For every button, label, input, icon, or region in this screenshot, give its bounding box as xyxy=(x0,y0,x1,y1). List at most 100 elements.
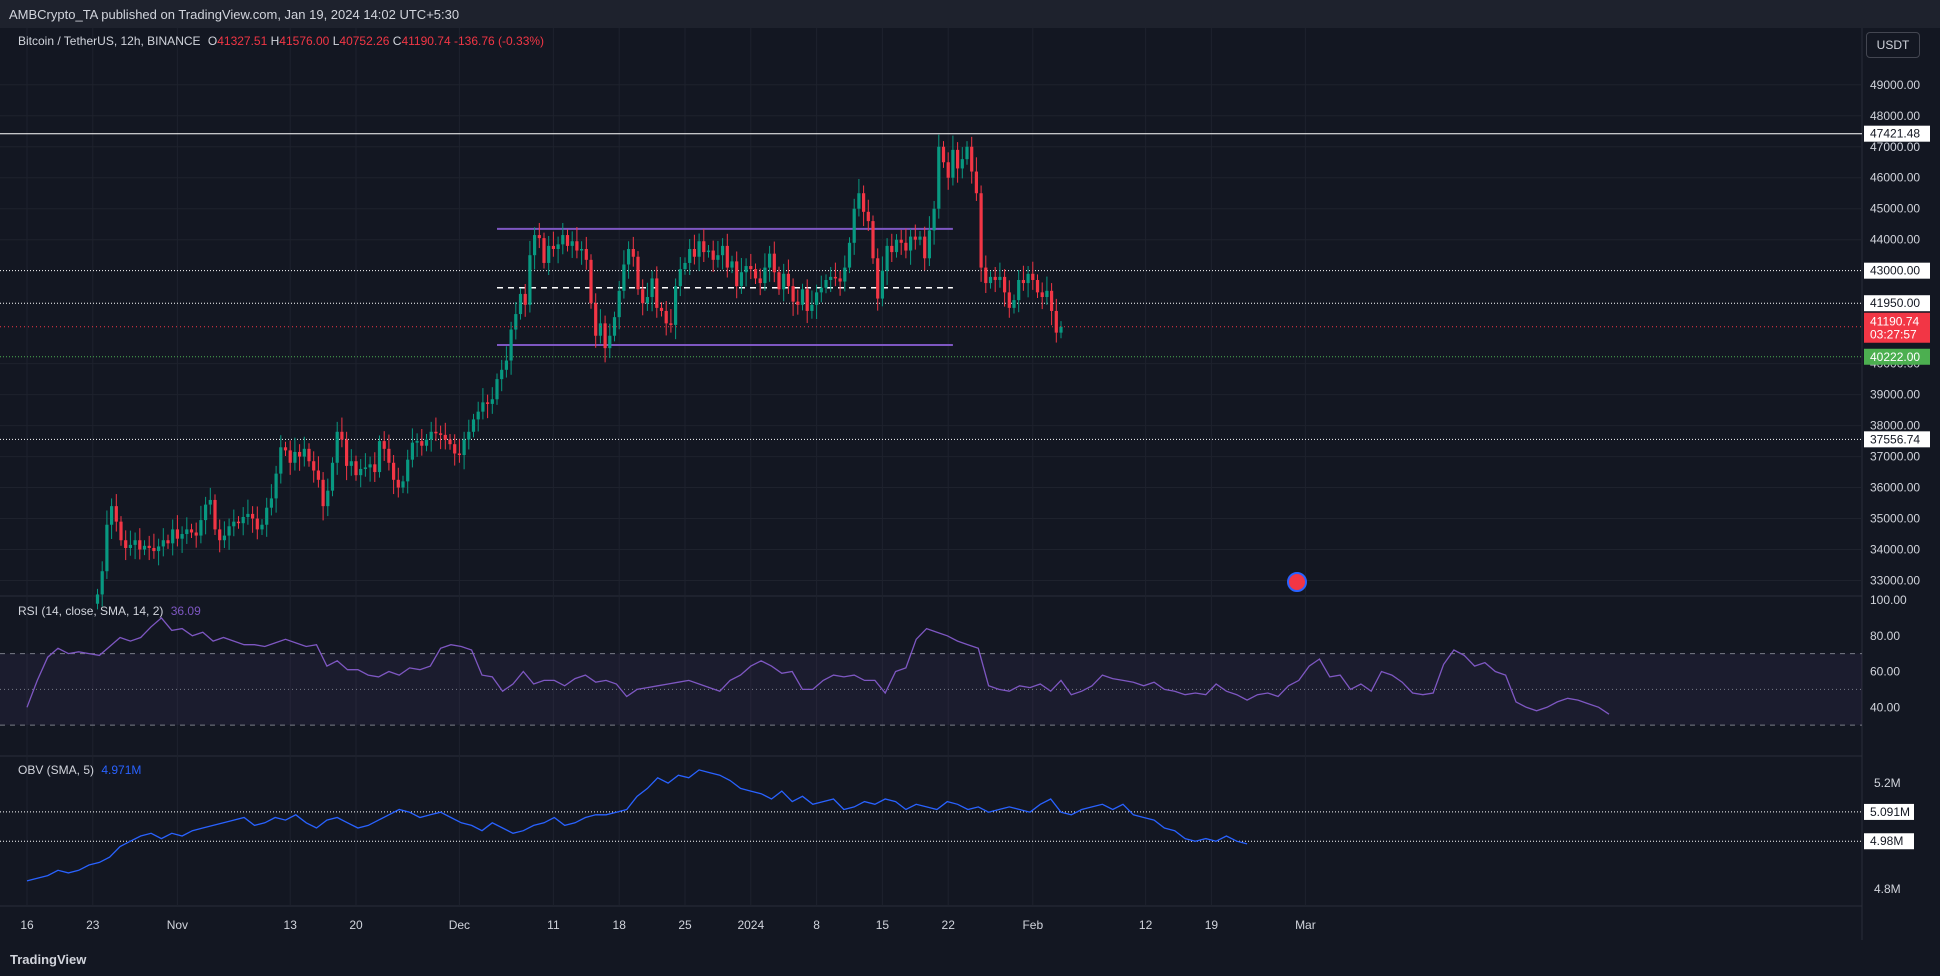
candle-body xyxy=(147,545,151,548)
currency-button[interactable]: USDT xyxy=(1866,32,1920,58)
candle-body xyxy=(1045,290,1049,298)
candle-body xyxy=(674,286,678,325)
candle-body xyxy=(218,529,222,541)
candle-body xyxy=(847,242,852,268)
candle-body xyxy=(189,529,194,533)
time-tick-label: 16 xyxy=(20,918,34,932)
candle-body xyxy=(871,221,875,259)
candle-body xyxy=(998,276,1002,280)
open-label: O xyxy=(207,34,218,48)
candle-body xyxy=(251,513,255,519)
candle-body xyxy=(185,529,189,535)
obv-level-label: 4.98M xyxy=(1870,834,1903,848)
candle-body xyxy=(561,235,565,245)
candle-body xyxy=(791,286,795,302)
time-tick-label: 12 xyxy=(1139,918,1153,932)
tradingview-logo[interactable]: TradingView xyxy=(10,952,86,967)
candle-body xyxy=(523,293,527,305)
candle-body xyxy=(142,545,147,550)
candle-body xyxy=(373,464,377,473)
candle-body xyxy=(392,462,396,480)
candle-body xyxy=(988,276,993,284)
candle-body xyxy=(594,303,598,336)
candle-body xyxy=(528,255,532,305)
time-tick-label: 22 xyxy=(942,918,956,932)
candle-body xyxy=(128,544,132,548)
candle-body xyxy=(913,236,917,240)
candle-body xyxy=(542,238,546,263)
rsi-value: 36.09 xyxy=(170,604,201,618)
candle-body xyxy=(970,146,974,172)
candle-body xyxy=(95,594,100,604)
candle-body xyxy=(730,261,734,268)
candle-body xyxy=(330,462,335,491)
price-tick-label: 49000.00 xyxy=(1870,78,1920,92)
candle-body xyxy=(735,261,739,287)
candle-body xyxy=(424,439,429,446)
footer: TradingView xyxy=(0,941,1940,976)
candle-body xyxy=(565,235,570,246)
candle-body xyxy=(1026,273,1030,284)
candle-body xyxy=(716,255,720,260)
candle-body xyxy=(570,241,574,246)
candle-body xyxy=(124,540,128,548)
time-tick-label: Mar xyxy=(1295,918,1316,932)
rsi-tick-label: 60.00 xyxy=(1870,665,1900,679)
candle-body xyxy=(382,441,386,449)
candle-body xyxy=(105,524,109,572)
candle-body xyxy=(753,269,758,279)
candle-body xyxy=(819,287,823,293)
candle-body xyxy=(166,540,170,544)
candle-body xyxy=(222,535,226,541)
candle-body xyxy=(612,317,617,336)
candle-body xyxy=(401,481,405,488)
candle-body xyxy=(547,245,551,263)
candle-body xyxy=(669,323,673,325)
rsi-tick-label: 100.00 xyxy=(1870,593,1907,607)
candle-body xyxy=(457,453,461,456)
publish-header: AMBCrypto_TA published on TradingView.co… xyxy=(0,0,1940,28)
candle-body xyxy=(946,162,950,178)
candle-body xyxy=(862,193,866,212)
time-tick-label: 11 xyxy=(547,918,560,932)
rsi-legend: RSI (14, close, SMA, 14, 2) 36.09 xyxy=(18,604,201,618)
chart-canvas[interactable]: 33000.00 34000.00 35000.00 36000.00 37000.00… xyxy=(0,28,1940,941)
candle-body xyxy=(739,272,743,287)
candle-body xyxy=(533,235,537,256)
price-tick-label: 45000.00 xyxy=(1870,202,1920,216)
us-flag-icon[interactable] xyxy=(1287,572,1307,592)
candle-body xyxy=(1017,279,1021,301)
candle-body xyxy=(843,267,847,282)
candle-body xyxy=(448,439,452,445)
high-value: 41576.00 xyxy=(279,34,330,48)
level-price-label: 41950.00 xyxy=(1870,296,1920,310)
candle-body xyxy=(236,521,241,524)
obv-label[interactable]: OBV (SMA, 5) xyxy=(18,763,94,777)
time-tick-label: 18 xyxy=(613,918,627,932)
price-tick-label: 38000.00 xyxy=(1870,419,1920,433)
price-tick-label: 47000.00 xyxy=(1870,140,1920,154)
candle-body xyxy=(608,335,612,349)
rsi-label[interactable]: RSI (14, close, SMA, 14, 2) xyxy=(18,604,163,618)
candle-body xyxy=(429,431,433,440)
candle-body xyxy=(415,441,419,443)
candle-body xyxy=(157,546,161,552)
candle-body xyxy=(937,146,941,209)
candle-body xyxy=(462,439,466,456)
candle-body xyxy=(500,369,504,380)
candle-body xyxy=(227,526,231,536)
price-tick-label: 37000.00 xyxy=(1870,450,1920,464)
candle-body xyxy=(664,310,668,324)
candle-body xyxy=(904,242,908,251)
candle-body xyxy=(114,506,118,522)
price-tick-label: 48000.00 xyxy=(1870,109,1920,123)
symbol-label[interactable]: Bitcoin / TetherUS, 12h, BINANCE xyxy=(18,34,201,48)
candle-body xyxy=(598,323,602,336)
obv-value: 4.971M xyxy=(101,763,142,777)
candle-body xyxy=(965,146,969,160)
candle-body xyxy=(1040,292,1044,298)
candle-body xyxy=(354,461,358,476)
candle-body xyxy=(697,241,701,257)
candle-body xyxy=(255,518,259,530)
candle-body xyxy=(923,236,927,259)
